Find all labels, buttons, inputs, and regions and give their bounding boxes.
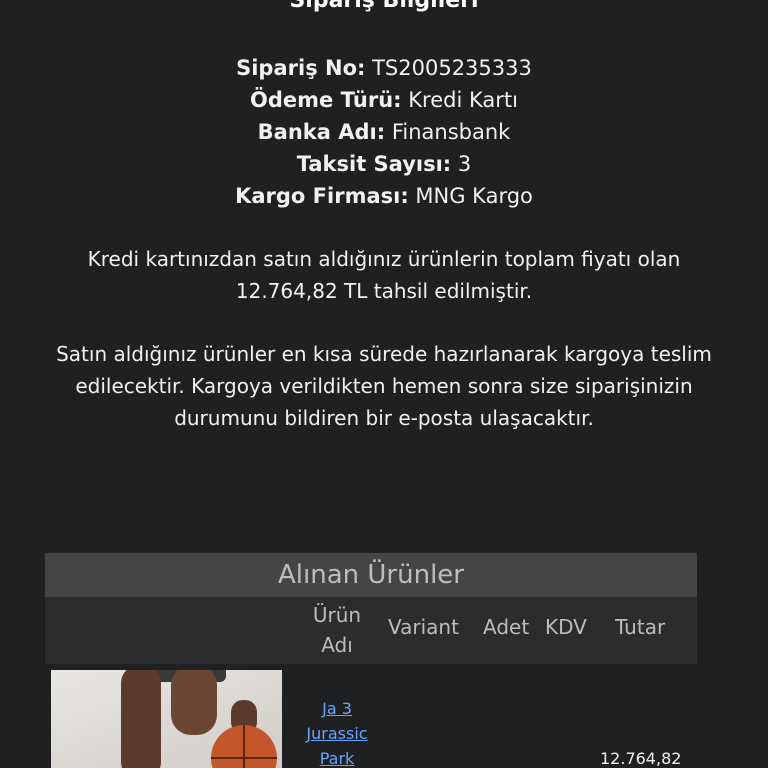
column-header-total: Tutar <box>615 615 666 639</box>
basketball-seam <box>243 725 245 768</box>
bank-name-label: Banka Adı: <box>257 120 386 144</box>
installment-count-value: 3 <box>457 152 472 176</box>
bank-name-row: Banka Adı: Finansbank <box>0 116 768 148</box>
payment-type-row: Ödeme Türü: Kredi Kartı <box>0 84 768 116</box>
shipping-message: Satın aldığınız ürünler en kısa sürede h… <box>56 342 712 430</box>
payment-type-label: Ödeme Türü: <box>250 88 402 112</box>
section-title: Sipariş Bilgileri <box>289 0 479 13</box>
leg-shape <box>121 670 161 768</box>
product-image[interactable] <box>51 670 282 768</box>
order-confirmation-page: Sipariş Bilgileri Sipariş No: TS20052353… <box>0 0 768 768</box>
payment-type-value: Kredi Kartı <box>408 88 518 112</box>
order-number-row: Sipariş No: TS2005235333 <box>0 52 768 84</box>
bank-name-value: Finansbank <box>391 120 511 144</box>
table-row: Ja 3 Jurassic Park 12.764,82 <box>45 664 697 768</box>
order-number-label: Sipariş No: <box>236 56 366 80</box>
column-header-quantity: Adet <box>483 615 530 639</box>
products-header-row: Ürün Adı Variant Adet KDV Tutar <box>45 597 697 664</box>
order-info-list: Sipariş No: TS2005235333 Ödeme Türü: Kre… <box>0 52 768 212</box>
column-header-vat: KDV <box>545 615 587 639</box>
cargo-company-row: Kargo Firması: MNG Kargo <box>0 180 768 212</box>
column-header-name: Ürün Adı <box>312 603 362 657</box>
basketball-seam <box>211 757 277 759</box>
column-header-variant: Variant <box>388 615 459 639</box>
order-number-value: TS2005235333 <box>372 56 532 80</box>
payment-message: Kredi kartınızdan satın aldığınız ürünle… <box>87 247 681 303</box>
installment-count-row: Taksit Sayısı: 3 <box>0 148 768 180</box>
cargo-company-value: MNG Kargo <box>415 184 533 208</box>
cargo-company-label: Kargo Firması: <box>235 184 409 208</box>
products-table: Alınan Ürünler Ürün Adı Variant Adet KDV… <box>45 553 697 768</box>
products-title: Alınan Ürünler <box>45 553 697 597</box>
product-name-link[interactable]: Ja 3 Jurassic Park <box>300 696 374 768</box>
installment-count-label: Taksit Sayısı: <box>296 152 452 176</box>
product-price: 12.764,82 <box>600 749 682 768</box>
leg-shape <box>171 670 217 735</box>
